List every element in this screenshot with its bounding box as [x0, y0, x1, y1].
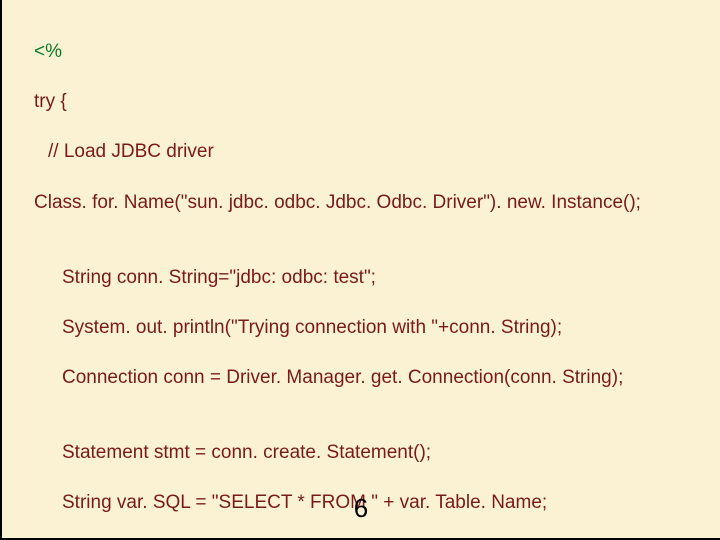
- code-line: Statement stmt = conn. create. Statement…: [20, 440, 702, 465]
- code-line: System. out. println("Trying connection …: [20, 315, 702, 340]
- slide: <% try { // Load JDBC driver Class. for.…: [0, 0, 720, 540]
- code-line: try {: [20, 89, 702, 114]
- blank-line: [20, 417, 25, 438]
- code-block: <% try { // Load JDBC driver Class. for.…: [20, 14, 702, 540]
- code-line-comment: // Load JDBC driver: [20, 139, 702, 164]
- blank-line: [20, 242, 25, 263]
- code-line: Class. for. Name("sun. jdbc. odbc. Jdbc.…: [20, 190, 702, 215]
- page-number: 6: [2, 493, 720, 524]
- code-line: <%: [20, 39, 702, 64]
- code-line: String conn. String="jdbc: odbc: test";: [20, 265, 702, 290]
- code-line: Connection conn = Driver. Manager. get. …: [20, 365, 702, 390]
